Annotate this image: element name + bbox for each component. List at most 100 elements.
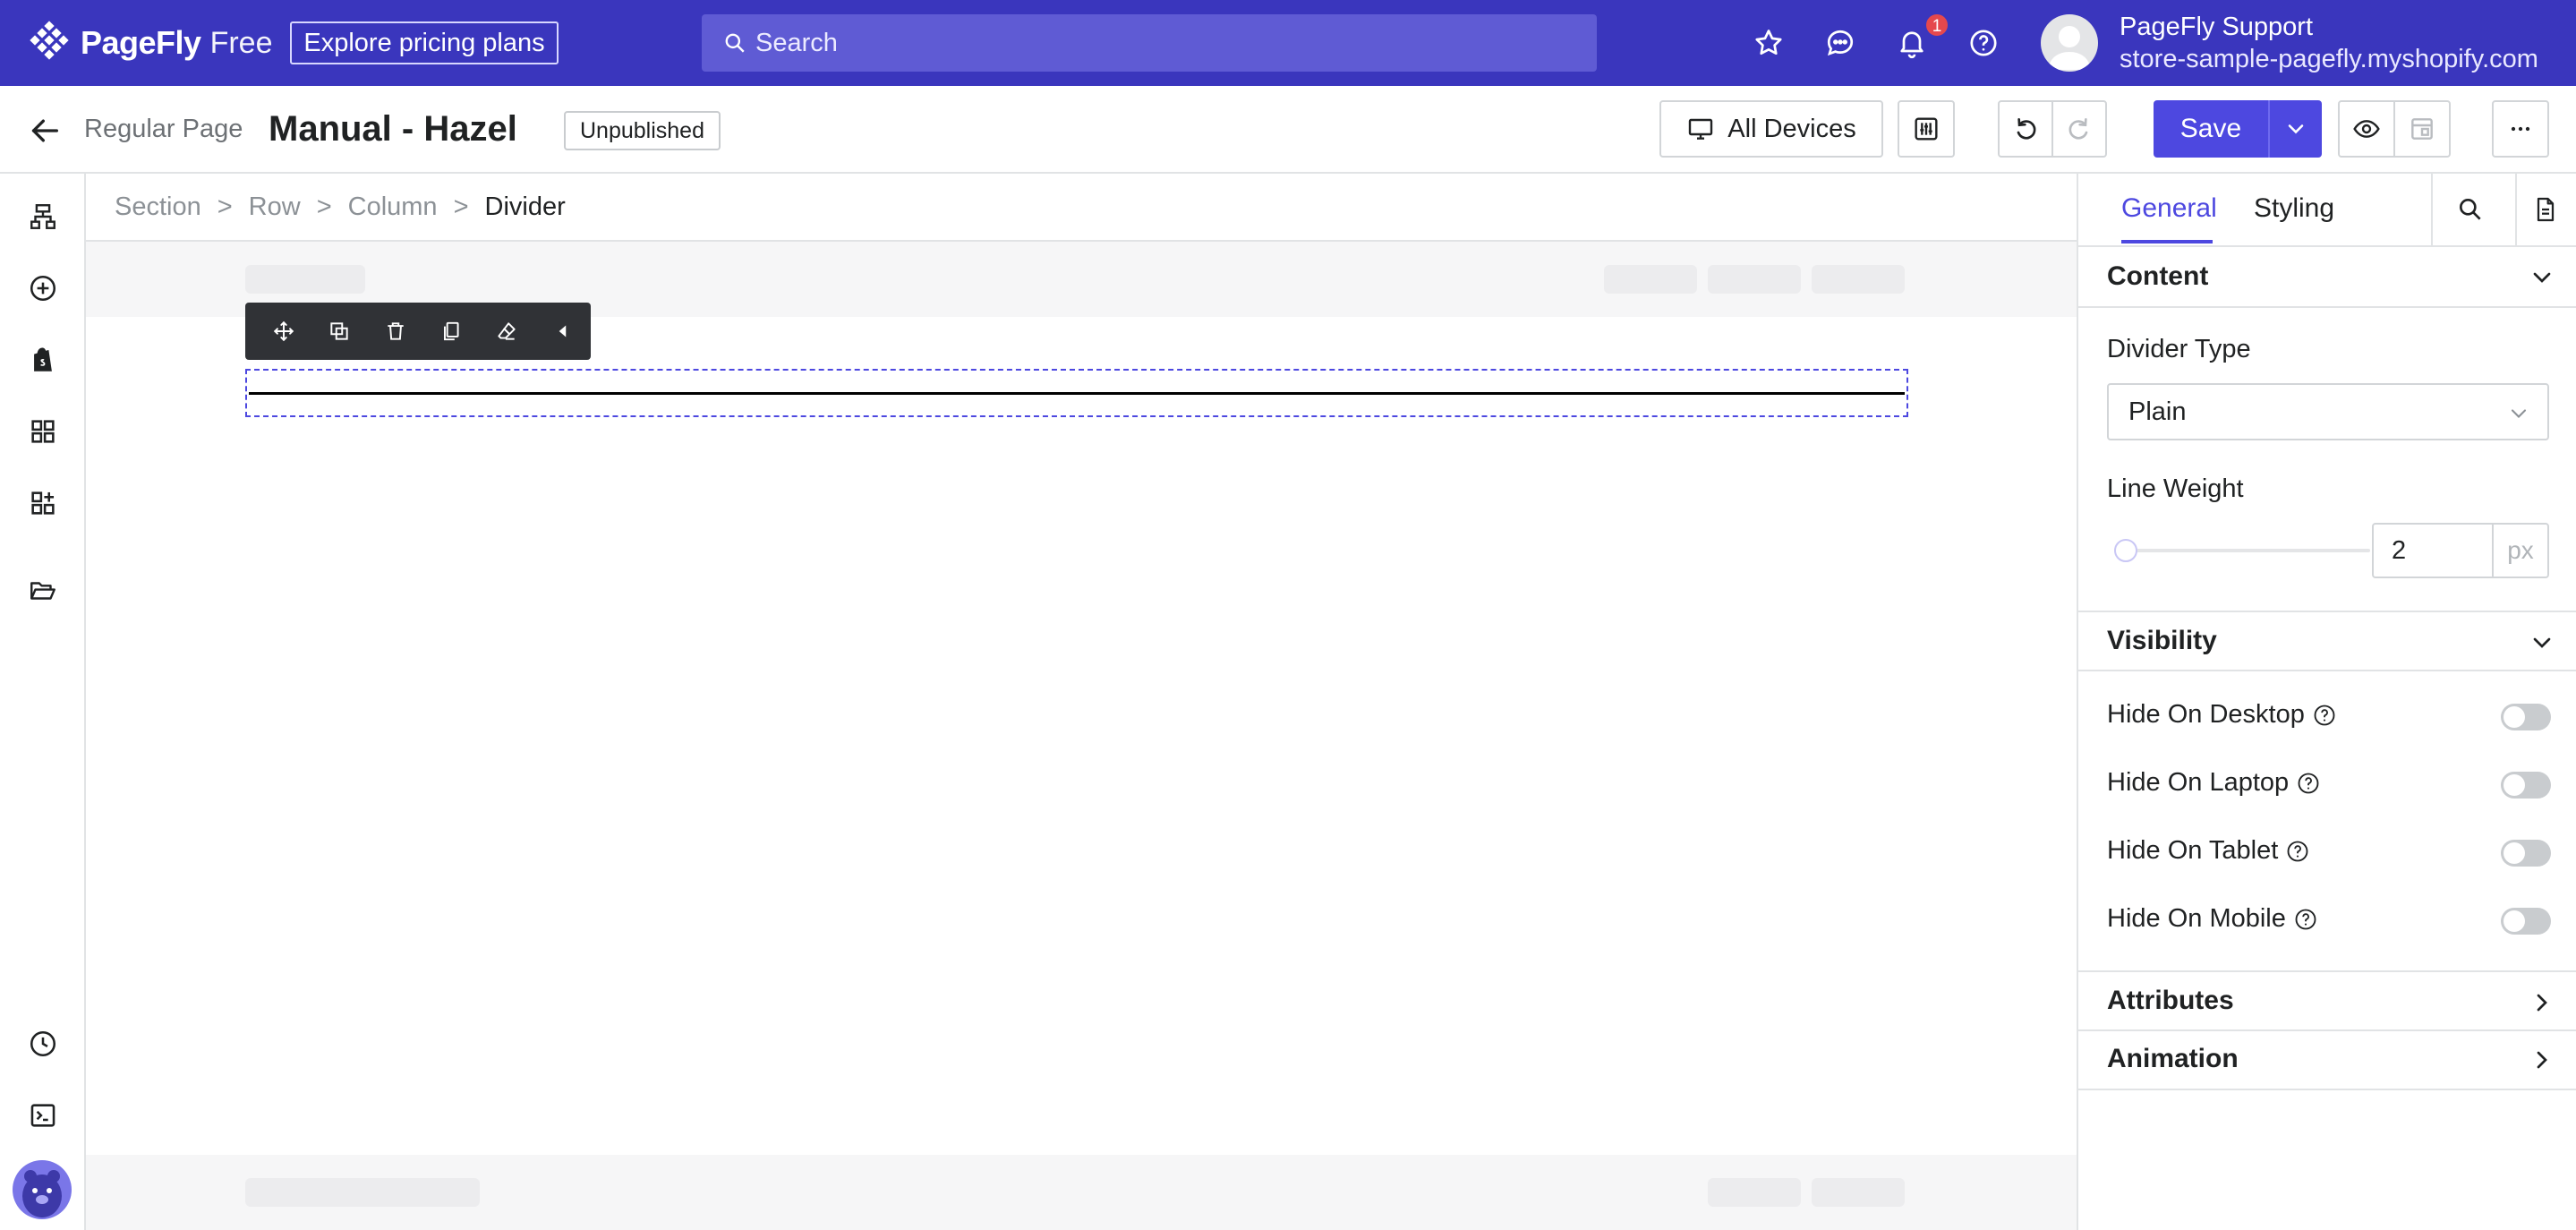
- device-selector-button[interactable]: All Devices: [1659, 100, 1883, 158]
- trash-icon: [388, 322, 404, 340]
- skeleton-block: [1708, 1178, 1801, 1207]
- favorites-button[interactable]: [1751, 25, 1787, 61]
- page-info-button[interactable]: [2528, 192, 2563, 227]
- attributes-section-header[interactable]: Attributes: [2078, 970, 2576, 1031]
- line-weight-label: Line Weight: [2107, 474, 2244, 503]
- undo-button[interactable]: [1998, 100, 2053, 158]
- chevron-down-icon: [2533, 637, 2551, 648]
- hide-laptop-toggle[interactable]: [2501, 772, 2551, 799]
- skeleton-block: [245, 1178, 480, 1207]
- star-icon: [1755, 30, 1782, 56]
- slider-handle[interactable]: [2114, 539, 2137, 562]
- back-arrow-icon[interactable]: [27, 113, 63, 149]
- layers-button[interactable]: [25, 199, 61, 235]
- visibility-label: Hide On Tablet: [2107, 836, 2310, 866]
- user-avatar[interactable]: [2041, 14, 2098, 72]
- line-weight-slider[interactable]: [2114, 537, 2370, 564]
- element-toolbar: [245, 303, 591, 360]
- duplicate-icon: [330, 322, 349, 340]
- apps-button[interactable]: [25, 485, 61, 521]
- preview-button[interactable]: [2338, 100, 2395, 158]
- save-button[interactable]: Save: [2154, 100, 2268, 158]
- content-section-header[interactable]: Content: [2078, 247, 2576, 308]
- bear-mascot-icon: [22, 1170, 62, 1217]
- publish-button[interactable]: [2393, 100, 2451, 158]
- templates-button[interactable]: [25, 414, 61, 449]
- breadcrumb-item[interactable]: Section: [115, 192, 201, 222]
- help-circle-icon[interactable]: [2285, 839, 2310, 864]
- section-title: Visibility: [2107, 626, 2217, 655]
- divider-line: [249, 392, 1905, 395]
- tab-divider: [2515, 174, 2517, 247]
- skeleton-block: [1708, 265, 1801, 294]
- hide-desktop-toggle[interactable]: [2501, 704, 2551, 730]
- notifications-button[interactable]: [1894, 25, 1930, 61]
- tab-divider: [2431, 174, 2433, 247]
- shopify-elements-button[interactable]: [25, 342, 61, 378]
- skeleton-block: [1812, 1178, 1905, 1207]
- more-options-button[interactable]: [2492, 100, 2549, 158]
- shopify-bag-icon: [34, 347, 52, 372]
- duplicate-button[interactable]: [311, 303, 367, 360]
- add-element-button[interactable]: [25, 270, 61, 306]
- visibility-section-header[interactable]: Visibility: [2078, 611, 2576, 671]
- visibility-label: Hide On Laptop: [2107, 768, 2321, 798]
- breadcrumb-item[interactable]: Column: [348, 192, 438, 222]
- page-title[interactable]: Manual - Hazel: [269, 109, 517, 149]
- hide-mobile-toggle[interactable]: [2501, 908, 2551, 935]
- store-domain[interactable]: store-sample-pagefly.myshopify.com: [2120, 45, 2538, 74]
- save-options-button[interactable]: [2268, 100, 2322, 158]
- animation-section-header[interactable]: Animation: [2078, 1029, 2576, 1090]
- tab-general[interactable]: General: [2121, 193, 2217, 224]
- layers-tree-icon: [30, 204, 55, 229]
- folder-open-icon: [30, 582, 55, 600]
- search-icon: [2460, 199, 2481, 220]
- visibility-row-laptop: Hide On Laptop: [2078, 768, 2576, 813]
- clear-style-button[interactable]: [479, 303, 534, 360]
- add-widget-icon: [31, 491, 55, 515]
- divider-type-select[interactable]: Plain: [2107, 383, 2549, 440]
- desktop-icon: [1689, 118, 1713, 140]
- custom-code-button[interactable]: [25, 1098, 61, 1133]
- breadcrumb-item[interactable]: Row: [249, 192, 301, 222]
- help-circle-icon[interactable]: [2293, 907, 2318, 932]
- chat-icon: [1827, 30, 1854, 56]
- page-settings-button[interactable]: [1898, 100, 1955, 158]
- inspector-tabs: General Styling: [2078, 174, 2576, 247]
- copy-button[interactable]: [423, 303, 479, 360]
- editor-canvas[interactable]: [86, 242, 2077, 1230]
- chat-button[interactable]: [1822, 25, 1858, 61]
- selected-divider-element[interactable]: [245, 369, 1908, 417]
- chevron-down-icon: [2511, 409, 2527, 418]
- redo-button[interactable]: [2051, 100, 2107, 158]
- line-weight-input[interactable]: 2 px: [2372, 523, 2549, 578]
- brand-name: PageFly: [81, 24, 201, 61]
- help-button[interactable]: [1966, 25, 2001, 61]
- slider-track: [2114, 549, 2370, 552]
- chevron-down-icon: [2533, 272, 2551, 283]
- pagefly-logo[interactable]: PageFly Free: [27, 21, 272, 64]
- collapse-toolbar-button[interactable]: [535, 303, 591, 360]
- search-bar[interactable]: [702, 14, 1597, 72]
- inspector-panel: General Styling Content Divider Type Pla…: [2077, 174, 2576, 1230]
- move-button[interactable]: [256, 303, 311, 360]
- line-weight-value[interactable]: 2: [2374, 525, 2492, 577]
- user-name[interactable]: PageFly Support: [2120, 13, 2313, 42]
- search-input[interactable]: [755, 28, 1561, 58]
- pagefly-logo-icon: [30, 21, 69, 60]
- section-title: Content: [2107, 261, 2209, 291]
- help-circle-icon[interactable]: [2296, 771, 2321, 796]
- delete-button[interactable]: [368, 303, 423, 360]
- tab-styling[interactable]: Styling: [2254, 193, 2334, 224]
- search-properties-button[interactable]: [2452, 192, 2488, 227]
- help-circle-icon[interactable]: [2312, 703, 2337, 728]
- chevron-right-icon: [2537, 994, 2547, 1012]
- history-button[interactable]: [25, 1026, 61, 1062]
- hide-tablet-toggle[interactable]: [2501, 840, 2551, 867]
- breadcrumb: Section > Row > Column > Divider: [86, 174, 2077, 242]
- media-library-button[interactable]: [25, 573, 61, 609]
- eye-icon: [2353, 120, 2380, 138]
- explore-pricing-button[interactable]: Explore pricing plans: [290, 21, 559, 64]
- publish-icon: [2411, 118, 2433, 140]
- mascot-avatar[interactable]: [13, 1160, 72, 1219]
